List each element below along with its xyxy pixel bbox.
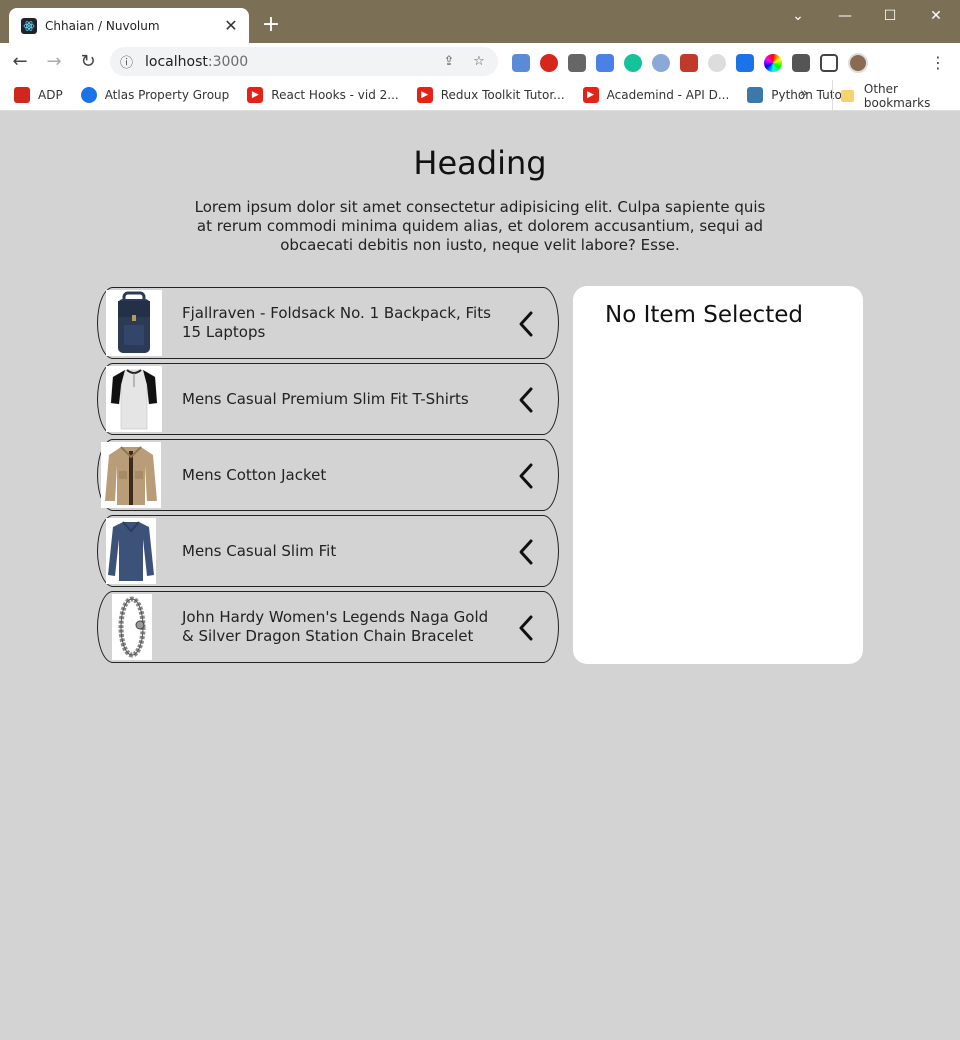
- other-bookmarks-label: Other bookmarks: [863, 81, 931, 110]
- product-item[interactable]: Mens Casual Premium Slim Fit T-Shirts: [97, 363, 559, 435]
- longsleeve-icon: [108, 521, 154, 581]
- puzzle-icon[interactable]: [792, 54, 810, 72]
- product-title: Mens Casual Slim Fit: [182, 542, 337, 560]
- reload-icon[interactable]: ↻: [74, 48, 102, 76]
- product-item[interactable]: Fjallraven - Foldsack No. 1 Backpack, Fi…: [97, 287, 559, 359]
- detail-panel: No Item Selected: [573, 286, 863, 664]
- adblock-extension-icon[interactable]: [540, 54, 558, 72]
- new-tab-button[interactable]: +: [260, 14, 282, 36]
- extension-icon[interactable]: [708, 54, 726, 72]
- product-list: Fjallraven - Foldsack No. 1 Backpack, Fi…: [97, 287, 559, 667]
- back-icon[interactable]: ←: [6, 48, 34, 76]
- bookmark-label: React Hooks - vid 2...: [271, 88, 399, 102]
- tab-search-icon[interactable]: ⌄: [783, 6, 813, 26]
- browser-toolbar: ← → ↻ ⓘ localhost:3000 ⇪ ☆ ⋮: [0, 43, 960, 80]
- side-panel-icon[interactable]: [820, 54, 838, 72]
- more-bookmarks-icon[interactable]: »: [800, 86, 808, 101]
- address-bar[interactable]: ⓘ localhost:3000 ⇪ ☆: [110, 47, 498, 76]
- backpack-icon: [118, 291, 150, 353]
- product-thumbnail: [101, 442, 161, 508]
- bookmark-label: Redux Toolkit Tutor...: [440, 88, 565, 102]
- chevron-left-icon[interactable]: [518, 386, 534, 414]
- product-thumbnail: [112, 594, 152, 660]
- intro-paragraph: Lorem ipsum dolor sit amet consectetur a…: [194, 198, 766, 254]
- bookmark-label: ADP: [38, 88, 63, 102]
- chevron-left-icon[interactable]: [518, 614, 534, 642]
- url-text: localhost:3000: [145, 53, 249, 70]
- color-picker-extension-icon[interactable]: [764, 54, 782, 72]
- folder-icon: [841, 89, 854, 102]
- grammarly-extension-icon[interactable]: [624, 54, 642, 72]
- extension-icon[interactable]: [680, 54, 698, 72]
- tab-title: Chhaian / Nuvolum: [45, 18, 160, 33]
- page-title: Heading: [413, 144, 547, 182]
- chevron-left-icon[interactable]: [518, 310, 534, 338]
- extension-icon[interactable]: [652, 54, 670, 72]
- product-item[interactable]: Mens Casual Slim Fit: [97, 515, 559, 587]
- other-bookmarks[interactable]: Other bookmarks: [832, 80, 960, 111]
- browser-titlebar: Chhaian / Nuvolum ✕ + ⌄ — ☐ ✕: [0, 0, 960, 43]
- info-icon[interactable]: ⓘ: [120, 52, 133, 71]
- bookmark-react-hooks[interactable]: ▶ React Hooks - vid 2...: [247, 87, 399, 103]
- translate-extension-icon[interactable]: [596, 54, 614, 72]
- chevron-left-icon[interactable]: [518, 538, 534, 566]
- star-icon[interactable]: ☆: [470, 53, 488, 71]
- atlas-icon: [80, 87, 97, 103]
- share-icon[interactable]: ⇪: [440, 53, 458, 71]
- page-content: Heading Lorem ipsum dolor sit amet conse…: [0, 112, 960, 1040]
- adp-icon: [14, 87, 30, 103]
- tshirt-icon: [110, 369, 158, 430]
- product-title: John Hardy Women's Legends Naga Gold & S…: [182, 608, 489, 645]
- chevron-left-icon[interactable]: [518, 462, 534, 490]
- python-icon: [747, 87, 764, 103]
- bookmark-academind[interactable]: ▶ Academind - API D...: [582, 87, 730, 103]
- product-item[interactable]: Mens Cotton Jacket: [97, 439, 559, 511]
- product-item[interactable]: John Hardy Women's Legends Naga Gold & S…: [97, 591, 559, 663]
- bracelet-icon: [118, 596, 146, 658]
- extension-icon[interactable]: [736, 54, 754, 72]
- bookmark-redux-toolkit[interactable]: ▶ Redux Toolkit Tutor...: [416, 87, 565, 103]
- minimize-icon[interactable]: —: [830, 6, 860, 26]
- bookmarks-bar: ADP Atlas Property Group ▶ React Hooks -…: [0, 80, 960, 111]
- maximize-icon[interactable]: ☐: [875, 6, 905, 26]
- product-title: Mens Cotton Jacket: [182, 466, 327, 484]
- youtube-icon: ▶: [416, 87, 433, 103]
- product-title: Mens Casual Premium Slim Fit T-Shirts: [182, 390, 469, 408]
- bookmark-label: Atlas Property Group: [104, 88, 230, 102]
- close-window-icon[interactable]: ✕: [921, 6, 951, 26]
- react-icon: [21, 17, 37, 34]
- youtube-icon: ▶: [247, 87, 264, 103]
- menu-icon[interactable]: ⋮: [930, 53, 946, 72]
- bookmark-atlas[interactable]: Atlas Property Group: [80, 87, 230, 103]
- product-thumbnail: [106, 366, 162, 432]
- detail-title: No Item Selected: [605, 302, 803, 328]
- product-thumbnail: [106, 518, 156, 584]
- screenshot-extension-icon[interactable]: [512, 54, 530, 72]
- bookmark-adp[interactable]: ADP: [14, 87, 63, 103]
- jacket-icon: [105, 446, 157, 505]
- video-extension-icon[interactable]: [568, 54, 586, 72]
- product-title: Fjallraven - Foldsack No. 1 Backpack, Fi…: [182, 304, 491, 341]
- forward-icon[interactable]: →: [40, 48, 68, 76]
- avatar[interactable]: [848, 53, 868, 73]
- extensions-row: [512, 53, 868, 73]
- youtube-icon: ▶: [582, 87, 599, 103]
- browser-tab[interactable]: Chhaian / Nuvolum ✕: [9, 8, 249, 43]
- close-tab-icon[interactable]: ✕: [221, 16, 241, 35]
- product-thumbnail: [106, 290, 162, 356]
- bookmark-label: Academind - API D...: [606, 88, 730, 102]
